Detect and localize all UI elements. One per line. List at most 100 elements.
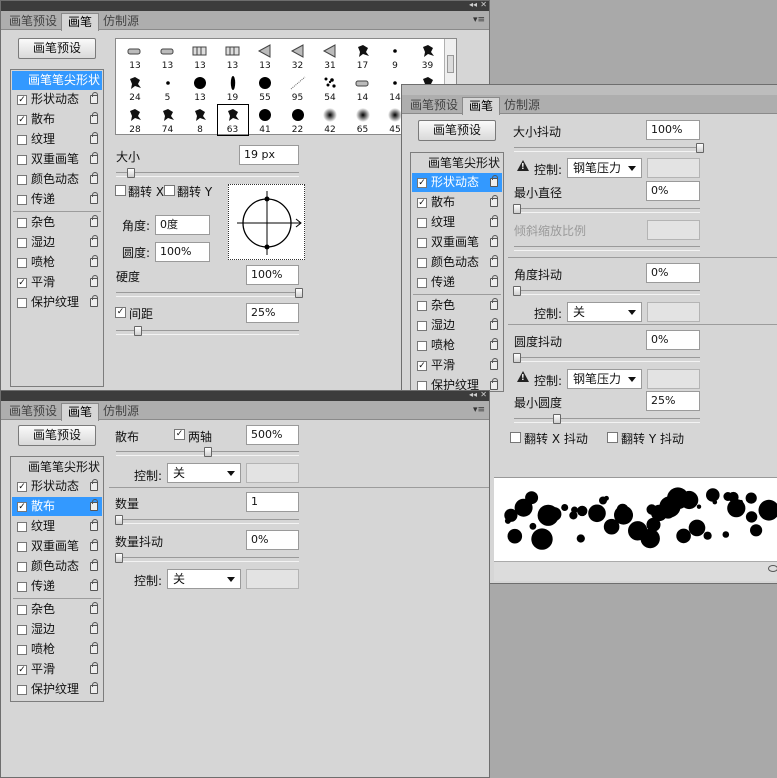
size-control-select[interactable]: 钢笔压力 (567, 158, 642, 178)
brush-tip[interactable]: 39 (412, 40, 444, 72)
spacing-slider-thumb[interactable] (134, 326, 142, 336)
lock-icon[interactable] (90, 175, 98, 184)
collapse-icon[interactable]: ◂◂ (469, 390, 477, 400)
lock-icon[interactable] (90, 115, 98, 124)
sidebar-item-6[interactable]: 杂色 (12, 600, 102, 619)
panel-titlebar[interactable]: ◂◂ ✕ (1, 1, 489, 11)
min-roundness-thumb[interactable] (553, 414, 561, 424)
lock-icon[interactable] (490, 278, 498, 287)
sidebar-checkbox[interactable] (17, 195, 27, 205)
roundness-jitter-slider[interactable] (514, 357, 700, 362)
sidebar-checkbox[interactable] (17, 562, 27, 572)
brush-tip[interactable]: 32 (282, 40, 314, 72)
brush-tip[interactable]: 13 (217, 40, 249, 72)
count-slider[interactable] (116, 519, 299, 524)
brush-tip[interactable]: 28 (119, 104, 151, 136)
lock-icon[interactable] (90, 278, 98, 287)
angle-jitter-slider[interactable] (514, 290, 700, 295)
hardness-input[interactable]: 100% (246, 265, 299, 285)
sidebar-item-5[interactable]: 传递 (12, 577, 102, 596)
tab-brush[interactable]: 画笔 (61, 13, 99, 31)
lock-icon[interactable] (90, 218, 98, 227)
brush-tip[interactable]: 13 (152, 40, 184, 72)
brush-presets-button[interactable]: 画笔预设 (18, 38, 96, 59)
sidebar-checkbox[interactable] (17, 298, 27, 308)
sidebar-checkbox[interactable] (17, 238, 27, 248)
sidebar-item-3[interactable]: 双重画笔 (412, 233, 502, 252)
lock-icon[interactable] (90, 502, 98, 511)
roundness-control-select[interactable]: 钢笔压力 (567, 369, 642, 389)
hardness-slider[interactable] (116, 292, 299, 297)
panel-titlebar[interactable]: ◂◂ ✕ (1, 391, 489, 401)
lock-icon[interactable] (90, 582, 98, 591)
sidebar-checkbox[interactable]: ✓ (17, 115, 27, 125)
sidebar-item-3[interactable]: 双重画笔 (12, 150, 102, 169)
panel-menu-icon[interactable]: ▾≡ (473, 15, 485, 25)
brush-angle-preview[interactable] (228, 184, 305, 260)
sidebar-item-brush-tip-shape[interactable]: 画笔笔尖形状 (412, 154, 502, 173)
sidebar-checkbox[interactable] (17, 258, 27, 268)
sidebar-item-1[interactable]: ✓散布 (412, 193, 502, 212)
sidebar-item-0[interactable]: ✓形状动态 (412, 173, 502, 192)
lock-icon[interactable] (90, 95, 98, 104)
brush-tip[interactable]: 13 (184, 72, 216, 104)
min-diameter-slider[interactable] (514, 208, 700, 213)
lock-icon[interactable] (490, 238, 498, 247)
lock-icon[interactable] (90, 298, 98, 307)
brush-tip[interactable]: 55 (249, 72, 281, 104)
sidebar-checkbox[interactable] (17, 542, 27, 552)
sidebar-checkbox[interactable] (417, 301, 427, 311)
sidebar-item-2[interactable]: 纹理 (412, 213, 502, 232)
sidebar-item-7[interactable]: 湿边 (412, 316, 502, 335)
sidebar-checkbox[interactable] (417, 218, 427, 228)
tab-clone-source[interactable]: 仿制源 (498, 97, 546, 114)
tab-clone-source[interactable]: 仿制源 (97, 13, 145, 30)
tip-grid-scroll-thumb[interactable] (447, 55, 454, 73)
sidebar-item-7[interactable]: 湿边 (12, 620, 102, 639)
sidebar-checkbox[interactable] (17, 218, 27, 228)
brush-presets-button[interactable]: 画笔预设 (18, 425, 96, 446)
lock-icon[interactable] (90, 562, 98, 571)
sidebar-item-3[interactable]: 双重画笔 (12, 537, 102, 556)
roundness-jitter-input[interactable]: 0% (646, 330, 700, 350)
spacing-input[interactable]: 25% (246, 303, 299, 323)
tab-brush-presets[interactable]: 画笔预设 (3, 403, 63, 420)
angle-control-select[interactable]: 关 (567, 302, 642, 322)
brush-tip[interactable]: 13 (249, 40, 281, 72)
scatter-control-select[interactable]: 关 (167, 463, 241, 483)
sidebar-item-4[interactable]: 颜色动态 (12, 170, 102, 189)
sidebar-item-5[interactable]: 传递 (12, 190, 102, 209)
lock-icon[interactable] (490, 361, 498, 370)
tab-brush-presets[interactable]: 画笔预设 (3, 13, 63, 30)
flip-y-checkbox[interactable] (164, 185, 175, 196)
flip-y-jitter-checkbox[interactable] (607, 432, 618, 443)
angle-input[interactable]: 0度 (155, 215, 210, 235)
lock-icon[interactable] (90, 625, 98, 634)
sidebar-item-10[interactable]: 保护纹理 (12, 680, 102, 699)
size-jitter-thumb[interactable] (696, 143, 704, 153)
flip-x-jitter-checkbox[interactable] (510, 432, 521, 443)
brush-tip[interactable]: 63 (217, 104, 249, 136)
sidebar-checkbox[interactable] (17, 645, 27, 655)
sidebar-checkbox[interactable]: ✓ (17, 502, 27, 512)
tab-brush-presets[interactable]: 画笔预设 (404, 97, 464, 114)
lock-icon[interactable] (490, 321, 498, 330)
sidebar-checkbox[interactable] (417, 321, 427, 331)
sidebar-checkbox[interactable] (17, 625, 27, 635)
min-roundness-input[interactable]: 25% (646, 391, 700, 411)
sidebar-checkbox[interactable]: ✓ (17, 95, 27, 105)
lock-icon[interactable] (490, 301, 498, 310)
count-jitter-thumb[interactable] (115, 553, 123, 563)
angle-jitter-input[interactable]: 0% (646, 263, 700, 283)
sidebar-item-6[interactable]: 杂色 (12, 213, 102, 232)
lock-icon[interactable] (90, 155, 98, 164)
sidebar-checkbox[interactable] (17, 522, 27, 532)
close-icon[interactable]: ✕ (480, 390, 487, 400)
lock-icon[interactable] (90, 195, 98, 204)
brush-tip[interactable]: 65 (347, 104, 379, 136)
lock-icon[interactable] (490, 341, 498, 350)
panel-titlebar[interactable] (402, 85, 777, 95)
lock-icon[interactable] (90, 605, 98, 614)
sidebar-item-8[interactable]: 喷枪 (12, 253, 102, 272)
sidebar-checkbox[interactable]: ✓ (417, 178, 427, 188)
